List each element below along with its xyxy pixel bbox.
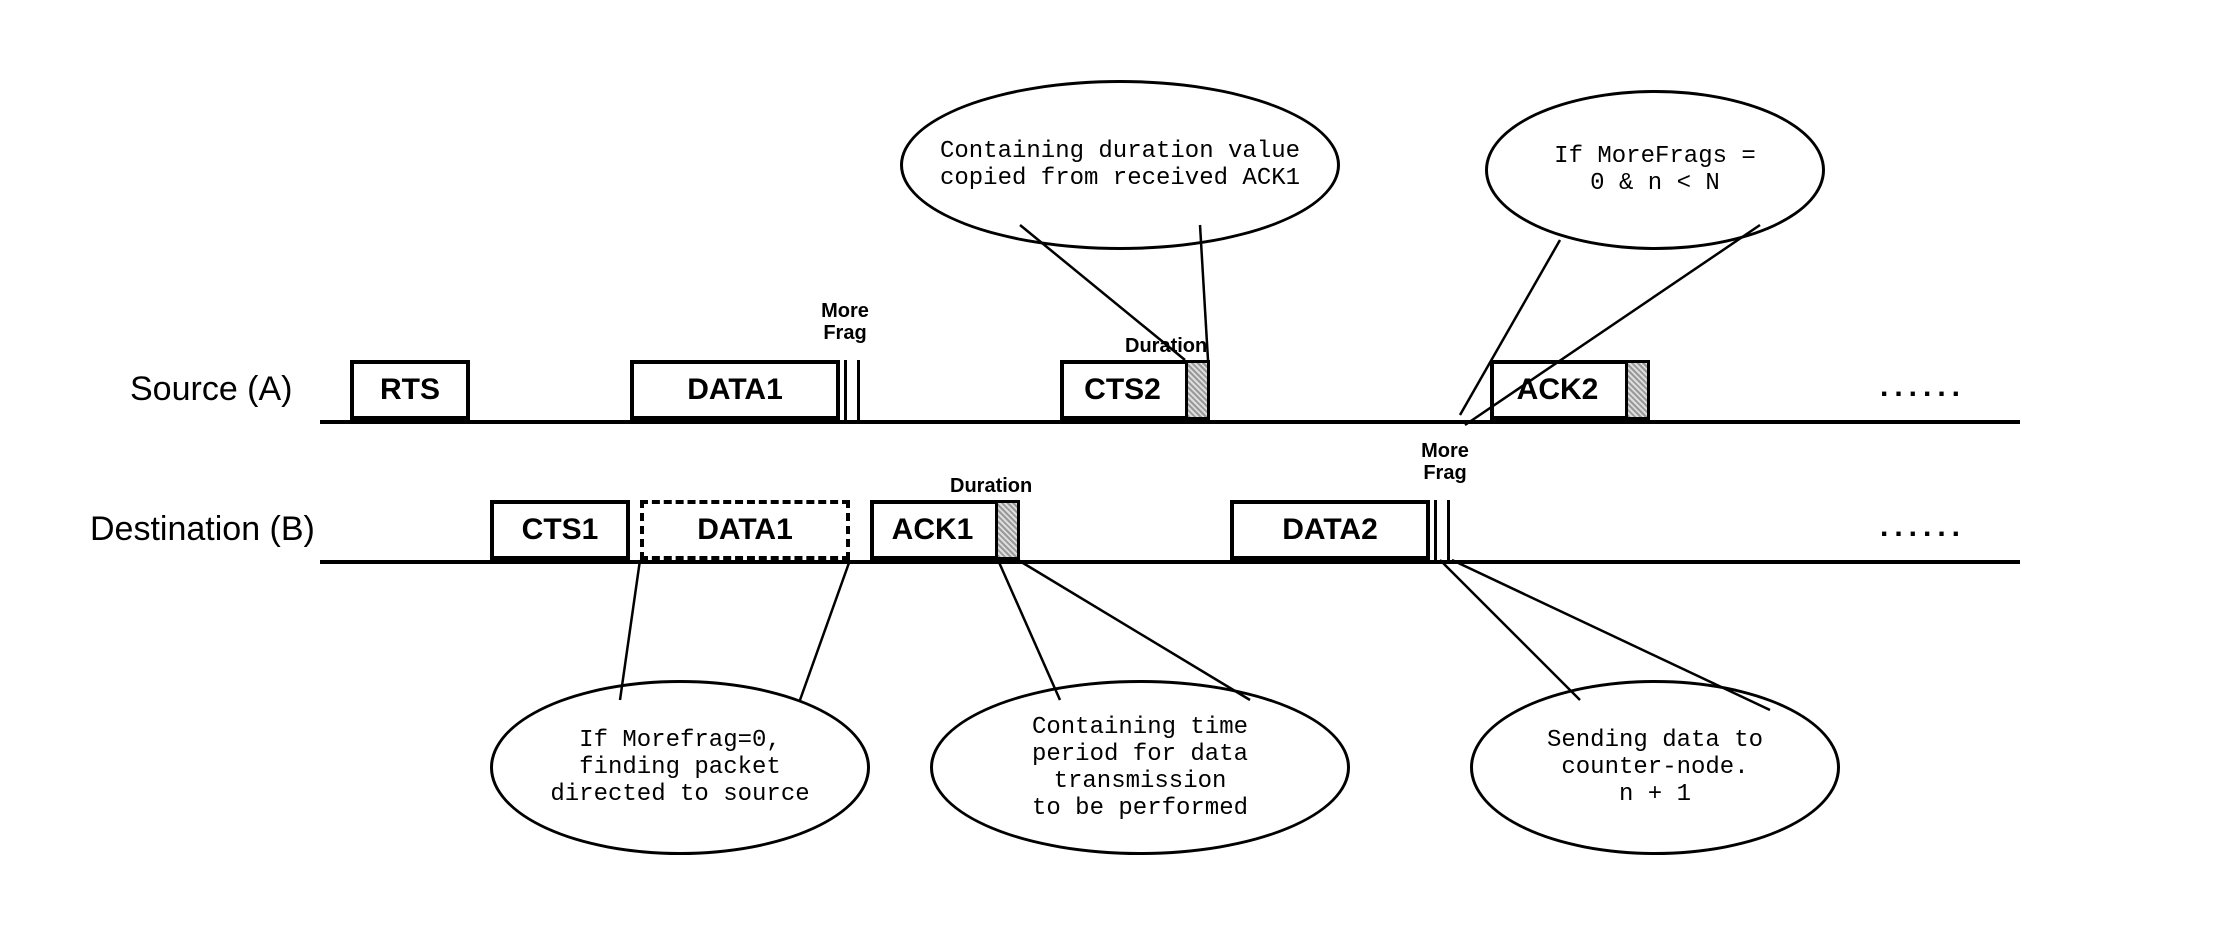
box-label: CTS1 — [522, 513, 599, 547]
box-label: CTS2 — [1084, 373, 1161, 407]
box-label: DATA1 — [697, 513, 793, 547]
label-duration-cts2: Duration — [1125, 335, 1207, 357]
box-label: ACK1 — [892, 513, 974, 547]
box-data1-a: DATA1 — [630, 360, 840, 420]
box-label: DATA2 — [1282, 513, 1378, 547]
stripe-morefrag-b — [1434, 500, 1450, 560]
timeline-dest — [320, 560, 2020, 564]
label-morefrag-a: More Frag — [810, 300, 880, 344]
label-morefrag-b: More Frag — [1410, 440, 1480, 484]
actor-label-dest: Destination (B) — [90, 510, 315, 549]
box-label: DATA1 — [687, 373, 783, 407]
bubble-data2: Sending data to counter-node. n + 1 — [1470, 680, 1840, 855]
box-data2: DATA2 — [1230, 500, 1430, 560]
actor-label-source: Source (A) — [130, 370, 293, 409]
bubble-cts2: Containing duration value copied from re… — [900, 80, 1340, 250]
shade-duration-ack1 — [995, 500, 1020, 560]
label-duration-ack1: Duration — [950, 475, 1032, 497]
box-label: RTS — [380, 373, 440, 407]
timeline-source — [320, 420, 2020, 424]
stripe-morefrag-a — [844, 360, 860, 420]
box-data1-b-dashed: DATA1 — [640, 500, 850, 560]
bubble-data1b: If Morefrag=0, finding packet directed t… — [490, 680, 870, 855]
box-rts: RTS — [350, 360, 470, 420]
box-label: ACK2 — [1517, 373, 1599, 407]
shade-duration-cts2 — [1185, 360, 1210, 420]
box-cts1: CTS1 — [490, 500, 630, 560]
bubble-ack1: Containing time period for data transmis… — [930, 680, 1350, 855]
continuation-dest: ...... — [1880, 510, 1966, 544]
continuation-source: ...... — [1880, 370, 1966, 404]
shade-ack2 — [1625, 360, 1650, 420]
bubble-ack2: If MoreFrags = 0 & n < N — [1485, 90, 1825, 250]
